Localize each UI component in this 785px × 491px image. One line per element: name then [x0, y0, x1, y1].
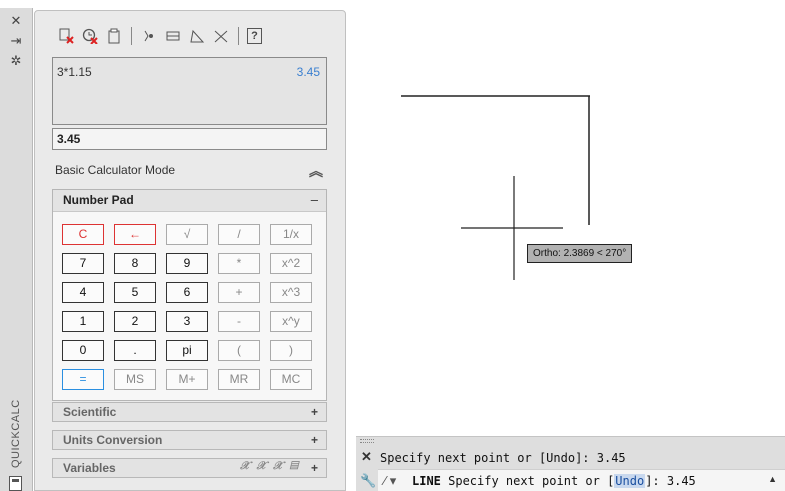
- key-symbol[interactable]: ): [270, 340, 312, 361]
- command-history-up-icon[interactable]: ▲: [768, 474, 777, 484]
- history-result[interactable]: 3.45: [297, 65, 320, 79]
- key-ms[interactable]: MS: [114, 369, 156, 390]
- key-x-2[interactable]: x^2: [270, 253, 312, 274]
- key-c[interactable]: C: [62, 224, 104, 245]
- quickcalc-toolbar: ?: [57, 25, 262, 47]
- autohide-icon[interactable]: ⇥: [9, 34, 23, 48]
- expand-icon[interactable]: +: [311, 405, 318, 419]
- key-9[interactable]: 9: [166, 253, 208, 274]
- key-5[interactable]: 5: [114, 282, 156, 303]
- key-symbol[interactable]: ←: [114, 224, 156, 245]
- distance-icon[interactable]: [164, 27, 182, 45]
- key-symbol[interactable]: √: [166, 224, 208, 245]
- ortho-tooltip: Ortho: 2.3869 < 270°: [527, 244, 633, 263]
- prompt-value: ]: 3.45: [645, 474, 696, 488]
- mode-label: Basic Calculator Mode: [55, 163, 176, 177]
- variables-section[interactable]: Variables 𝒳 𝒳 𝒳 ▤ +: [52, 458, 327, 478]
- number-pad-header[interactable]: Number Pad –: [53, 190, 326, 212]
- history-area[interactable]: 3*1.15 3.45: [52, 57, 327, 125]
- history-expression: 3*1.15: [57, 65, 92, 79]
- key-symbol[interactable]: -: [218, 311, 260, 332]
- close-icon[interactable]: ✕: [9, 14, 23, 28]
- customize-wrench-icon[interactable]: 🔧: [360, 473, 376, 489]
- number-pad-panel: Number Pad – C ← √ / 1/x 7 8 9 * x^2 4 5 6 + x^3 1 2 3- x^…: [52, 189, 327, 401]
- key-8[interactable]: 8: [114, 253, 156, 274]
- key-mc[interactable]: MC: [270, 369, 312, 390]
- section-label: Variables: [63, 461, 116, 475]
- key-pi[interactable]: pi: [166, 340, 208, 361]
- key-symbol[interactable]: *: [218, 253, 260, 274]
- palette-title: QUICKCALC: [10, 399, 22, 468]
- key-symbol[interactable]: =: [62, 369, 104, 390]
- key-0[interactable]: 0: [62, 340, 104, 361]
- command-prompt-row[interactable]: ⁄ ▾ LINE Specify next point or [Undo]: 3…: [378, 469, 785, 491]
- key-x-y[interactable]: x^y: [270, 311, 312, 332]
- clear-icon[interactable]: [57, 27, 75, 45]
- section-label: Scientific: [63, 405, 117, 419]
- number-pad-title: Number Pad: [63, 193, 134, 207]
- calculator-mode-header[interactable]: Basic Calculator Mode ︽: [55, 163, 327, 181]
- get-coordinates-icon[interactable]: [140, 27, 158, 45]
- toolbar-separator: [238, 27, 239, 45]
- undo-option[interactable]: Undo: [614, 474, 646, 488]
- key-3[interactable]: 3: [166, 311, 208, 332]
- number-pad-toggle[interactable]: –: [311, 192, 318, 207]
- toolbar-separator: [131, 27, 132, 45]
- units-conversion-section[interactable]: Units Conversion +: [52, 430, 327, 450]
- paste-icon[interactable]: [105, 27, 123, 45]
- drawing-canvas[interactable]: [346, 0, 785, 430]
- expand-icon[interactable]: +: [311, 461, 318, 475]
- key-mr[interactable]: MR: [218, 369, 260, 390]
- key-6[interactable]: 6: [166, 282, 208, 303]
- key-1-x[interactable]: 1/x: [270, 224, 312, 245]
- calculator-icon: [9, 476, 22, 491]
- key-1[interactable]: 1: [62, 311, 104, 332]
- key-symbol[interactable]: (: [218, 340, 260, 361]
- palette-title-strip: ✕ ⇥ ✲ QUICKCALC: [0, 8, 33, 491]
- properties-icon[interactable]: ✲: [9, 54, 23, 68]
- section-label: Units Conversion: [63, 433, 163, 447]
- drag-grip-icon[interactable]: [360, 439, 374, 443]
- clear-history-icon[interactable]: [81, 27, 99, 45]
- key-2[interactable]: 2: [114, 311, 156, 332]
- variables-tools-icon[interactable]: 𝒳 𝒳 𝒳 ▤: [240, 460, 300, 473]
- scientific-section[interactable]: Scientific +: [52, 402, 327, 422]
- key-7[interactable]: 7: [62, 253, 104, 274]
- expand-icon[interactable]: +: [311, 433, 318, 447]
- close-icon[interactable]: ✕: [361, 449, 372, 465]
- recent-commands-icon[interactable]: ⁄ ▾: [384, 473, 396, 489]
- command-history: Specify next point or [Undo]: 3.45: [380, 451, 626, 465]
- command-name: LINE: [412, 474, 441, 488]
- quickcalc-palette: ? 3*1.15 3.45 3.45 Basic Calculator Mode…: [34, 10, 346, 491]
- intersection-icon[interactable]: [212, 27, 230, 45]
- angle-icon[interactable]: [188, 27, 206, 45]
- calculator-input[interactable]: 3.45: [52, 128, 327, 150]
- key-m[interactable]: M+: [166, 369, 208, 390]
- key-x-3[interactable]: x^3: [270, 282, 312, 303]
- key-symbol[interactable]: +: [218, 282, 260, 303]
- key-symbol[interactable]: .: [114, 340, 156, 361]
- command-prompt[interactable]: LINE Specify next point or [Undo]: 3.45: [412, 474, 696, 488]
- command-line: ✕ 🔧 Specify next point or [Undo]: 3.45 ⁄…: [356, 436, 785, 491]
- prompt-text: Specify next point or [: [440, 474, 615, 488]
- collapse-chevron-icon[interactable]: ︽: [309, 161, 323, 181]
- help-icon[interactable]: ?: [247, 28, 262, 44]
- key-symbol[interactable]: /: [218, 224, 260, 245]
- key-4[interactable]: 4: [62, 282, 104, 303]
